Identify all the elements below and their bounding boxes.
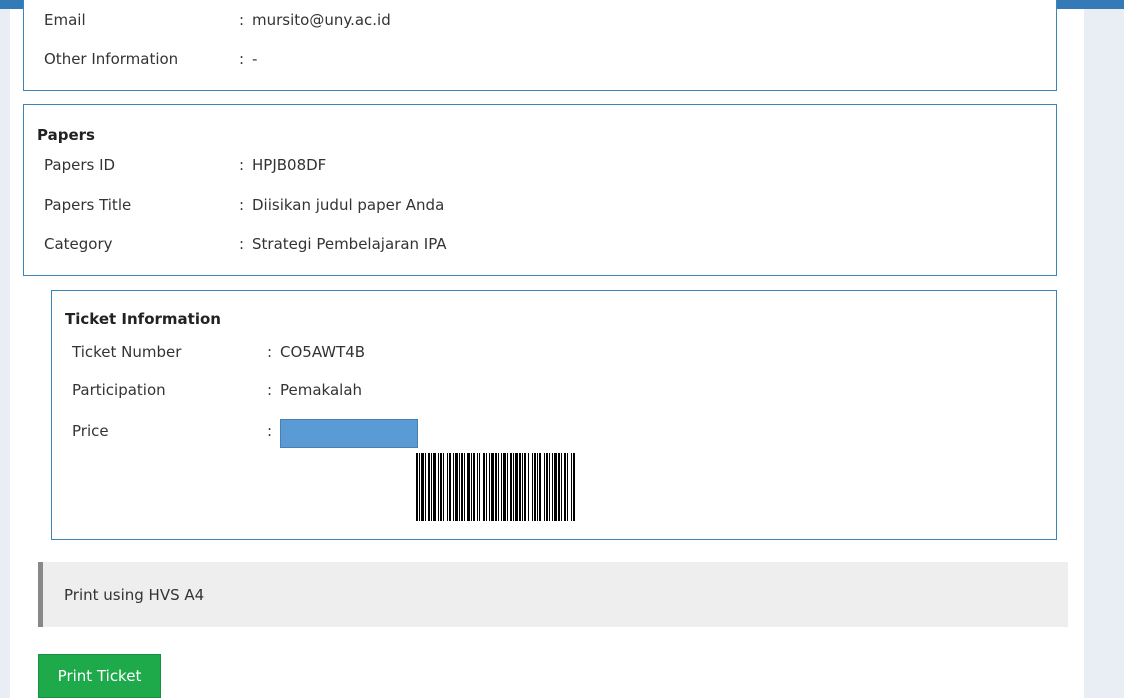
ticket-info-title: Ticket Information [65, 310, 221, 328]
category-label: Category [44, 235, 113, 253]
ticket-number-value: CO5AWT4B [280, 343, 366, 361]
participation-value: Pemakalah [280, 381, 363, 399]
separator: : [267, 422, 273, 440]
email-label: Email [44, 11, 86, 29]
ticket-info-box: Ticket Information Ticket Number : CO5AW… [51, 290, 1057, 540]
ticket-number-label: Ticket Number [72, 343, 182, 361]
papers-id-value: HPJB08DF [252, 156, 327, 174]
separator: : [267, 343, 273, 361]
print-ticket-button[interactable]: Print Ticket [38, 654, 161, 698]
papers-title-value: Diisikan judul paper Anda [252, 196, 445, 214]
other-info-value: - [252, 50, 258, 68]
email-value: mursito@uny.ac.id [252, 11, 391, 29]
papers-id-label: Papers ID [44, 156, 116, 174]
ticket-barcode [416, 453, 575, 521]
price-redaction [280, 419, 418, 448]
papers-title-label: Papers Title [44, 196, 132, 214]
separator: : [239, 235, 245, 253]
price-label: Price [72, 422, 109, 440]
print-note: Print using HVS A4 [38, 562, 1068, 627]
separator: : [239, 156, 245, 174]
papers-title: Papers [37, 126, 95, 144]
ticket-page: Email : mursito@uny.ac.id Other Informat… [10, 0, 1084, 698]
separator: : [239, 50, 245, 68]
separator: : [239, 196, 245, 214]
category-value: Strategi Pembelajaran IPA [252, 235, 447, 253]
other-info-label: Other Information [44, 50, 179, 68]
separator: : [239, 11, 245, 29]
print-note-text: Print using HVS A4 [64, 586, 205, 604]
participation-label: Participation [72, 381, 166, 399]
participant-info-box: Email : mursito@uny.ac.id Other Informat… [23, 0, 1057, 91]
papers-box: Papers Papers ID : HPJB08DF Papers Title… [23, 104, 1057, 276]
separator: : [267, 381, 273, 399]
